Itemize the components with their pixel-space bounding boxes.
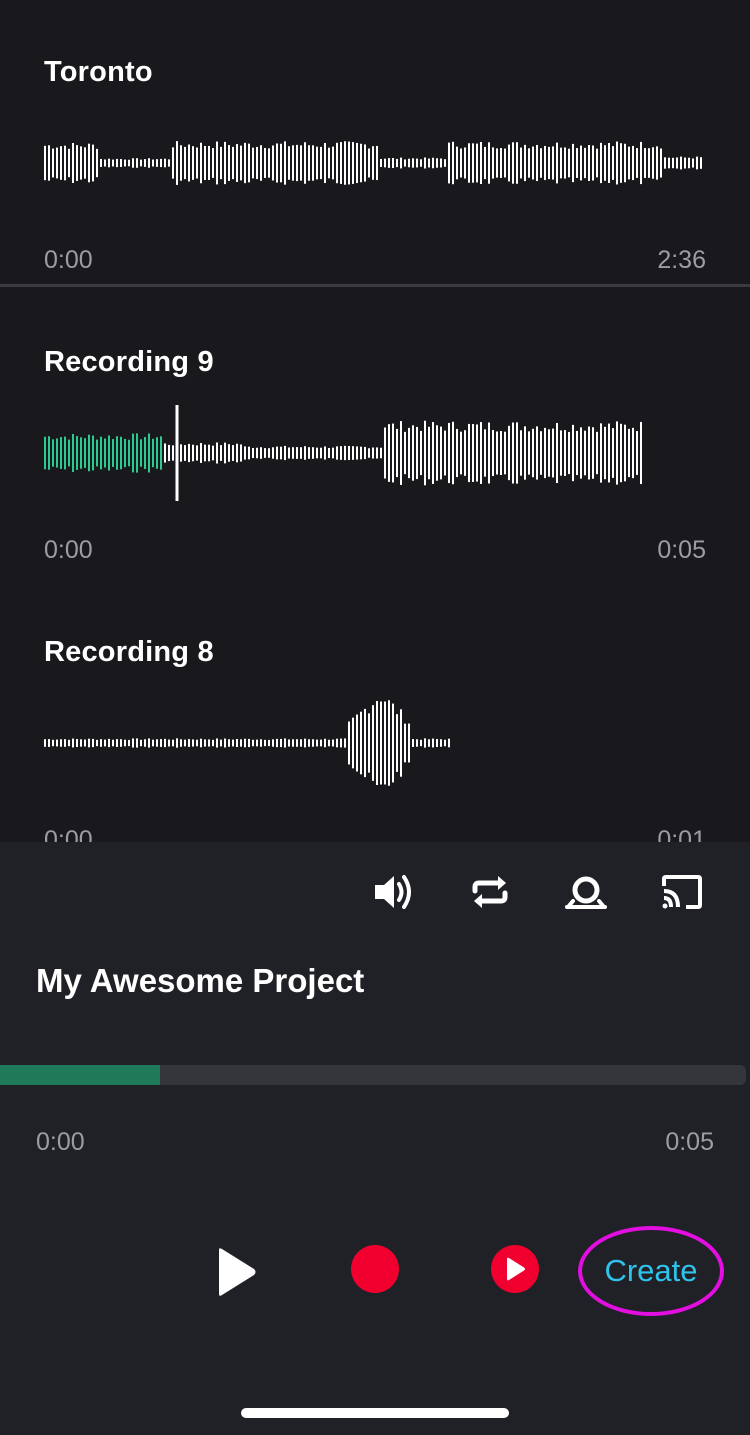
progress-bar[interactable] — [0, 1065, 746, 1085]
search-button[interactable] — [562, 868, 610, 916]
home-indicator[interactable] — [241, 1408, 509, 1418]
record-button[interactable] — [351, 1245, 399, 1293]
app-screen: Toronto 0:00 2:36 Recording 9 0:00 0:05 … — [0, 0, 750, 1435]
create-button[interactable]: Create — [604, 1253, 697, 1289]
duration: 2:36 — [657, 246, 706, 274]
play-icon — [507, 1257, 525, 1281]
waveform[interactable] — [44, 133, 704, 193]
player-panel: My Awesome Project 0:00 0:05 Create — [0, 842, 750, 1435]
recording-title: Recording 9 — [44, 346, 214, 378]
waveform[interactable] — [44, 403, 644, 503]
create-highlight: Create — [578, 1226, 724, 1316]
duration: 0:05 — [657, 536, 706, 564]
start-time: 0:00 — [44, 826, 93, 842]
repeat-button[interactable] — [466, 868, 514, 916]
repeat-icon — [472, 876, 508, 908]
recording-title: Toronto — [44, 56, 153, 88]
volume-icon — [375, 875, 411, 909]
search-icon — [565, 876, 607, 909]
progress-fill — [0, 1065, 160, 1085]
recording-title: Recording 8 — [44, 636, 214, 668]
start-time: 0:00 — [44, 536, 93, 564]
cast-button[interactable] — [658, 868, 706, 916]
project-title: My Awesome Project — [36, 962, 365, 999]
waveform[interactable] — [44, 681, 454, 805]
share-video-button[interactable] — [491, 1245, 539, 1293]
play-icon — [219, 1248, 256, 1296]
player-duration: 0:05 — [665, 1128, 714, 1156]
player-current-time: 0:00 — [36, 1128, 85, 1156]
start-time: 0:00 — [44, 246, 93, 274]
divider — [0, 284, 750, 287]
recording-list[interactable]: Toronto 0:00 2:36 Recording 9 0:00 0:05 … — [0, 0, 750, 842]
play-button[interactable] — [205, 1242, 265, 1302]
duration: 0:01 — [657, 826, 706, 842]
cast-icon — [662, 875, 702, 909]
volume-button[interactable] — [370, 868, 418, 916]
